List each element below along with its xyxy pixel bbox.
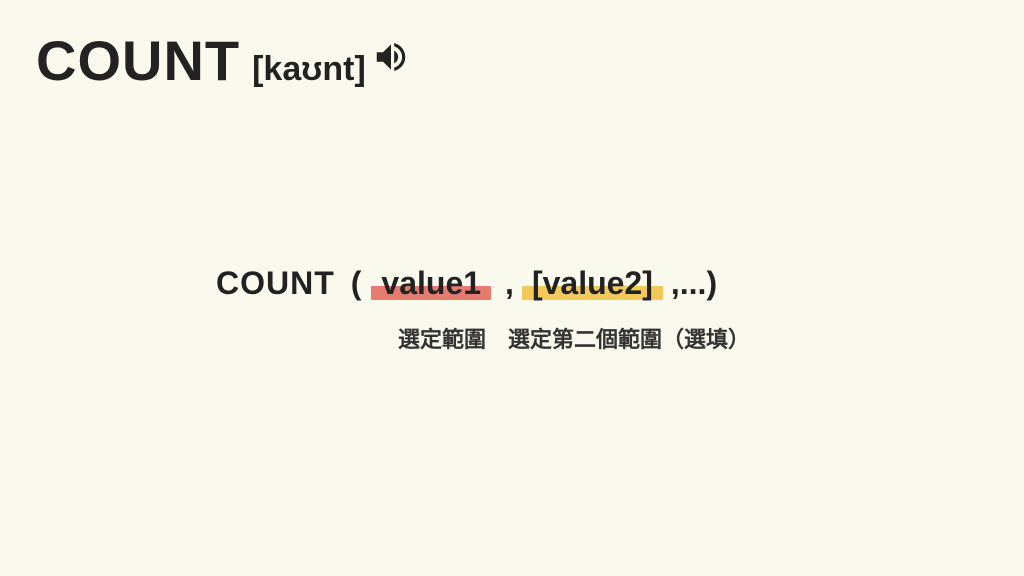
arg2: [value2] (528, 265, 657, 302)
phonetic-text: [kaʊnt] (252, 50, 366, 89)
syntax-line: COUNT ( value1 , [value2] ,...) (216, 265, 750, 302)
comma-1: , (505, 265, 514, 302)
speaker-icon[interactable] (372, 38, 410, 76)
open-paren: ( (351, 265, 362, 302)
function-name: COUNT (216, 265, 335, 302)
arg2-text: [value2] (532, 265, 653, 301)
header: COUNT [kaʊnt] (36, 28, 366, 93)
arg1-label: 選定範圍 (398, 322, 486, 354)
page-title: COUNT (36, 28, 240, 93)
syntax-block: COUNT ( value1 , [value2] ,...) 選定範圍 選定第… (216, 265, 750, 354)
label-row: 選定範圍 選定第二個範圍（選填） (398, 322, 750, 354)
arg1-text: value1 (381, 265, 481, 301)
arg1: value1 (377, 265, 485, 302)
syntax-tail: ,...) (671, 265, 717, 302)
arg2-label: 選定第二個範圍（選填） (508, 322, 750, 354)
